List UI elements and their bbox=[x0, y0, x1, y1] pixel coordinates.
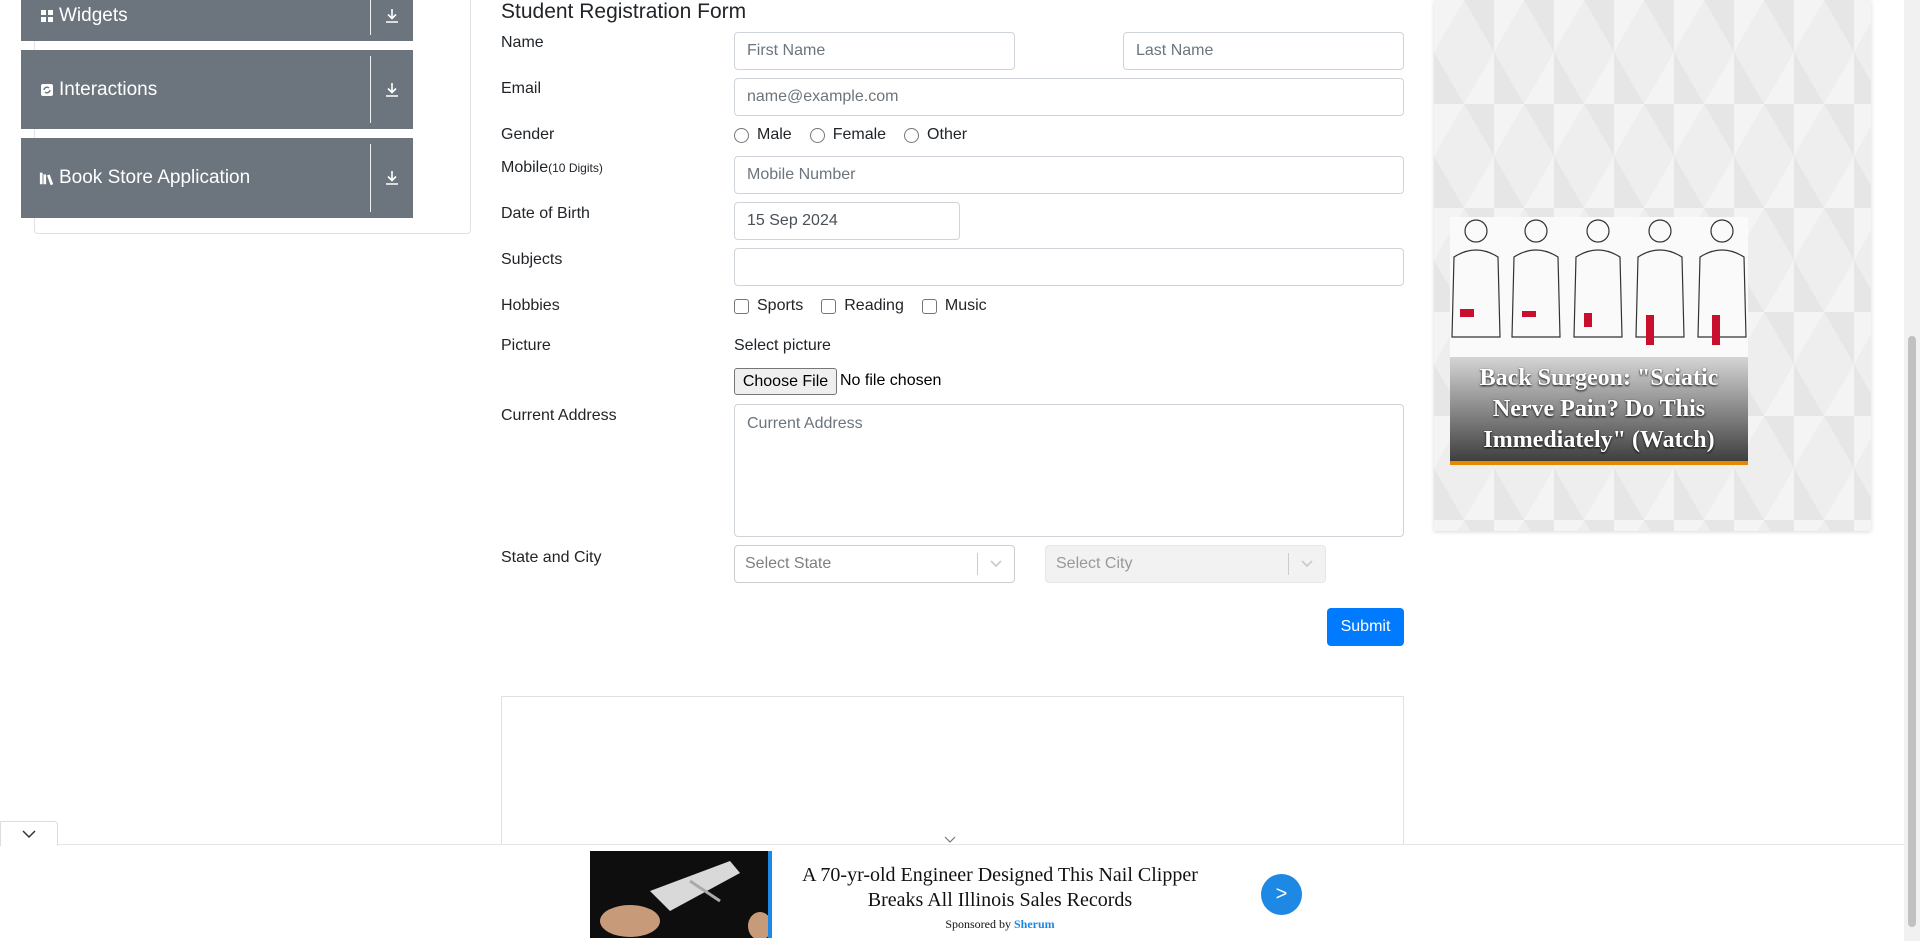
first-name-input[interactable]: First Name bbox=[734, 32, 1015, 70]
picture-label: Picture bbox=[501, 337, 551, 354]
dob-input[interactable]: 15 Sep 2024 bbox=[734, 202, 960, 240]
gender-other-radio[interactable]: Other bbox=[904, 126, 967, 144]
download-icon[interactable] bbox=[371, 8, 413, 24]
scrollbar-thumb[interactable] bbox=[1908, 336, 1916, 927]
address-textarea[interactable]: Current Address bbox=[734, 404, 1404, 537]
sidebar-group-label: Book Store Application bbox=[59, 167, 251, 188]
gender-male-radio[interactable]: Male bbox=[734, 126, 792, 144]
last-name-input[interactable]: Last Name bbox=[1123, 32, 1404, 70]
hobby-sports-checkbox[interactable]: Sports bbox=[734, 297, 803, 315]
gender-options: Male Female Other bbox=[734, 126, 985, 144]
collapse-ad-tab[interactable] bbox=[0, 821, 58, 846]
subjects-input[interactable] bbox=[734, 248, 1404, 286]
right-ad[interactable]: Back Surgeon: "Sciatic Nerve Pain? Do Th… bbox=[1450, 217, 1748, 465]
dob-label: Date of Birth bbox=[501, 205, 590, 222]
chevron-down-icon[interactable] bbox=[978, 559, 1014, 569]
hobby-reading-checkbox[interactable]: Reading bbox=[821, 297, 904, 315]
sidebar-group-interactions[interactable]: Interactions bbox=[21, 50, 413, 129]
name-label: Name bbox=[501, 34, 544, 51]
page-title: Student Registration Form bbox=[501, 0, 747, 23]
book-store-icon bbox=[39, 170, 55, 186]
bottom-ad-sponsor: Sponsored by Sherum bbox=[945, 917, 1055, 931]
bottom-ad-headline: A 70-yr-old Engineer Designed This Nail … bbox=[802, 864, 1198, 911]
right-ad-headline: Back Surgeon: "Sciatic Nerve Pain? Do Th… bbox=[1450, 357, 1748, 461]
gender-female-radio[interactable]: Female bbox=[809, 126, 886, 144]
chevron-down-icon bbox=[22, 830, 36, 839]
hobbies-label: Hobbies bbox=[501, 297, 560, 314]
subjects-label: Subjects bbox=[501, 251, 563, 268]
download-icon[interactable] bbox=[371, 82, 413, 98]
sidebar-group-widgets[interactable]: Widgets bbox=[21, 0, 413, 41]
file-status-text: No file chosen bbox=[840, 372, 942, 389]
email-label: Email bbox=[501, 80, 542, 97]
choose-file-button[interactable]: Choose File bbox=[734, 368, 837, 395]
mobile-input[interactable]: Mobile Number bbox=[734, 156, 1404, 194]
address-label: Current Address bbox=[501, 407, 617, 424]
sidebar-group-label: Interactions bbox=[59, 78, 158, 100]
bottom-ad[interactable]: A 70-yr-old Engineer Designed This Nail … bbox=[590, 851, 1302, 938]
state-city-label: State and City bbox=[501, 549, 602, 566]
download-icon[interactable] bbox=[371, 170, 413, 186]
submit-button[interactable]: Submit bbox=[1327, 608, 1404, 646]
mobile-label: Mobile(10 Digits) bbox=[501, 159, 603, 176]
interactions-icon bbox=[39, 82, 55, 98]
select-picture-label: Select picture bbox=[734, 337, 831, 354]
widgets-icon bbox=[39, 8, 55, 24]
state-select[interactable]: Select State bbox=[734, 545, 1015, 583]
city-select[interactable]: Select City bbox=[1045, 545, 1326, 583]
hobbies-options: Sports Reading Music bbox=[734, 297, 1005, 315]
ad-frame bbox=[501, 696, 1404, 846]
ad-go-button[interactable]: > bbox=[1261, 874, 1302, 915]
sidebar-group-book-store[interactable]: Book Store Application bbox=[21, 138, 413, 218]
hobby-music-checkbox[interactable]: Music bbox=[921, 297, 987, 315]
email-input[interactable]: name@example.com bbox=[734, 78, 1404, 116]
chevron-down-icon bbox=[1289, 559, 1325, 569]
gender-label: Gender bbox=[501, 126, 555, 143]
sidebar-group-label: Widgets bbox=[59, 4, 128, 26]
ad-image bbox=[590, 851, 772, 938]
